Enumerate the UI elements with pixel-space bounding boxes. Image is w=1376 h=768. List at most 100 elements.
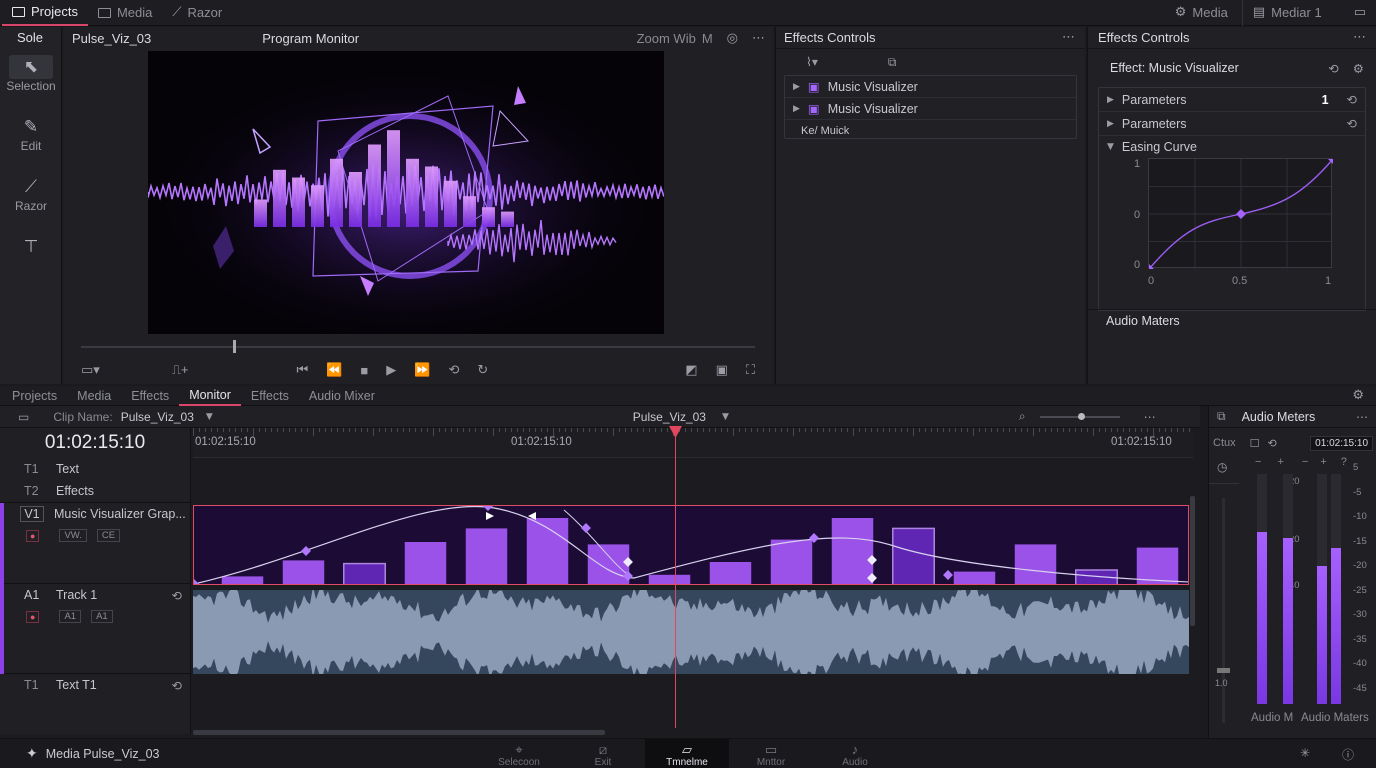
- zoom-label[interactable]: Zoom Wib: [637, 31, 696, 46]
- redo-icon[interactable]: ↻: [477, 362, 488, 378]
- plus-icon[interactable]: +: [1320, 456, 1326, 468]
- tool-razor[interactable]: ⟋ Razor: [0, 175, 62, 213]
- audio-meters-section[interactable]: Audio Maters: [1088, 309, 1376, 331]
- parameter-row[interactable]: ▶ Parameters ⟲: [1099, 112, 1365, 136]
- gear-icon[interactable]: ⚙: [1353, 61, 1364, 76]
- go-start-icon[interactable]: ⏮: [297, 362, 309, 378]
- expand-icon[interactable]: ▶: [793, 104, 800, 114]
- more-icon[interactable]: ⋯: [1353, 30, 1366, 45]
- parameter-row[interactable]: ▶ Parameters 1 ⟲: [1099, 88, 1365, 112]
- info-icon[interactable]: ⓘ: [1342, 746, 1354, 763]
- lower-tab-audio-mixer[interactable]: Audio Mixer: [299, 386, 385, 406]
- reset-icon[interactable]: ⟲: [172, 588, 182, 603]
- track-header-t1[interactable]: T1 Text: [0, 458, 190, 480]
- link-icon[interactable]: ⌇▾: [806, 55, 818, 69]
- step-back-icon[interactable]: ⏪: [326, 362, 342, 378]
- top-tab-mediar[interactable]: ▤ Mediar 1: [1241, 0, 1332, 26]
- safe-margins-icon[interactable]: ◩: [685, 362, 697, 378]
- checkbox-icon[interactable]: ☐: [1250, 437, 1260, 450]
- help-icon[interactable]: ?: [1341, 456, 1347, 468]
- chevron-down-icon[interactable]: ▼: [722, 412, 729, 422]
- workspace-tab[interactable]: ⌖ Selecoon: [477, 739, 561, 768]
- tool-text[interactable]: ⊤: [0, 235, 62, 259]
- track-header-v1[interactable]: V1 Music Visualizer Grap... ● VW. CE: [0, 502, 190, 585]
- reset-icon[interactable]: ⟲: [1347, 116, 1357, 131]
- timecode-display[interactable]: 01:02:15:10: [0, 428, 191, 458]
- chevron-down-icon[interactable]: ▼: [206, 412, 213, 422]
- track-badge[interactable]: CE: [96, 529, 121, 542]
- lower-tab-projects[interactable]: Projects: [2, 386, 67, 406]
- master-fader-track[interactable]: [1222, 498, 1225, 723]
- window-icon[interactable]: ▭: [1354, 5, 1366, 20]
- display-mode-icon[interactable]: ▭▾: [81, 362, 100, 378]
- video-preview[interactable]: [148, 51, 664, 334]
- visualizer-clip[interactable]: [193, 505, 1189, 585]
- more-icon[interactable]: ⋯: [1144, 410, 1156, 424]
- track-badge[interactable]: VW.: [59, 529, 87, 542]
- meters-icon[interactable]: ⧉: [1217, 409, 1226, 424]
- lower-tab-effects[interactable]: Effects: [121, 386, 179, 406]
- workspace-tab[interactable]: ♪ Audio: [813, 739, 897, 768]
- more-icon[interactable]: ⋯: [1062, 30, 1075, 45]
- top-tab-media[interactable]: Media: [88, 0, 162, 26]
- fullscreen-icon[interactable]: ⛶: [746, 362, 755, 378]
- master-fader-handle[interactable]: [1217, 668, 1230, 673]
- tool-edit[interactable]: ✎ Edit: [0, 115, 62, 153]
- stop-icon[interactable]: ■: [360, 363, 368, 378]
- expand-icon[interactable]: ▶: [1107, 119, 1114, 129]
- expand-icon[interactable]: ▶: [1107, 95, 1114, 105]
- effect-item[interactable]: ▶ ▣ Music Visualizer: [785, 76, 1076, 98]
- minus-icon[interactable]: −: [1302, 456, 1308, 468]
- reset-icon[interactable]: ⟲: [1347, 92, 1357, 107]
- snowflake-icon[interactable]: ✳: [1300, 746, 1310, 760]
- workspace-tab[interactable]: ▭ Mnttor: [729, 739, 813, 768]
- minus-icon[interactable]: −: [1255, 456, 1261, 468]
- lower-tab-media[interactable]: Media: [67, 386, 121, 406]
- record-icon[interactable]: ●: [26, 610, 40, 623]
- lower-tab-monitor[interactable]: Monitor: [179, 386, 241, 406]
- zoom-slider-handle[interactable]: [1077, 412, 1085, 420]
- audio-clip[interactable]: [193, 590, 1189, 674]
- plus-icon[interactable]: +: [1277, 456, 1283, 468]
- workspace-tab[interactable]: ⧄ Exit: [561, 739, 645, 768]
- timeline-hscroll[interactable]: [193, 730, 605, 735]
- effect-item[interactable]: ▶ ▣ Music Visualizer: [785, 98, 1076, 120]
- lower-tab-effects[interactable]: Effects: [241, 386, 299, 406]
- loop-icon[interactable]: ⟲: [448, 362, 459, 378]
- more-icon[interactable]: ⋯: [1356, 410, 1368, 424]
- easing-curve-graph[interactable]: [1144, 154, 1338, 274]
- sequence-name[interactable]: Pulse_Viz_03: [633, 410, 706, 424]
- zoom-value[interactable]: M: [702, 31, 713, 46]
- scrub-bar[interactable]: [81, 346, 755, 348]
- fit-icon[interactable]: ▣: [716, 362, 728, 378]
- track-badge[interactable]: A1: [59, 610, 82, 623]
- zoom-icon[interactable]: ⌕: [1019, 409, 1026, 424]
- reset-icon[interactable]: ⟲: [172, 678, 182, 693]
- zoom-slider[interactable]: [1039, 412, 1120, 420]
- gear-icon[interactable]: ⚙: [1352, 388, 1364, 403]
- top-tab-media-right[interactable]: ⚙ Media: [1165, 0, 1238, 26]
- easing-curve-row[interactable]: ▼ Easing Curve: [1099, 136, 1365, 158]
- loop-icon[interactable]: ⟲: [1268, 437, 1277, 450]
- step-forward-icon[interactable]: ⏩: [414, 362, 430, 378]
- keyframe-icon[interactable]: ⧉: [888, 55, 897, 70]
- record-icon[interactable]: ●: [26, 529, 40, 542]
- track-header-text-t1[interactable]: T1 Text T1 ⟲: [0, 674, 190, 696]
- reset-icon[interactable]: ⟲: [1328, 61, 1338, 76]
- workspace-tab[interactable]: ▱ Tmnelme: [645, 739, 729, 768]
- expand-icon[interactable]: ▶: [793, 82, 800, 92]
- timeline-vscroll[interactable]: [1190, 496, 1195, 626]
- collapse-icon[interactable]: ▼: [1107, 142, 1114, 152]
- track-header-a1[interactable]: A1 Track 1 ⟲ ● A1 A1: [0, 584, 190, 674]
- more-icon[interactable]: ⋯: [752, 31, 765, 46]
- time-ruler[interactable]: 01:02:15:10 01:02:15:10 01:02:15:10: [193, 428, 1193, 458]
- top-tab-razor[interactable]: ⟋ Razor: [162, 0, 232, 26]
- playhead-marker-icon[interactable]: [669, 426, 682, 438]
- marker-add-icon[interactable]: ⎍+: [172, 362, 189, 378]
- top-tab-projects[interactable]: Projects: [2, 0, 88, 26]
- track-header-t2[interactable]: T2 Effects: [0, 480, 190, 502]
- clock-icon[interactable]: ◷: [1217, 460, 1227, 474]
- track-badge[interactable]: A1: [91, 610, 113, 623]
- parameter-value[interactable]: 1: [1322, 93, 1329, 107]
- settings-icon[interactable]: ◎: [727, 31, 738, 46]
